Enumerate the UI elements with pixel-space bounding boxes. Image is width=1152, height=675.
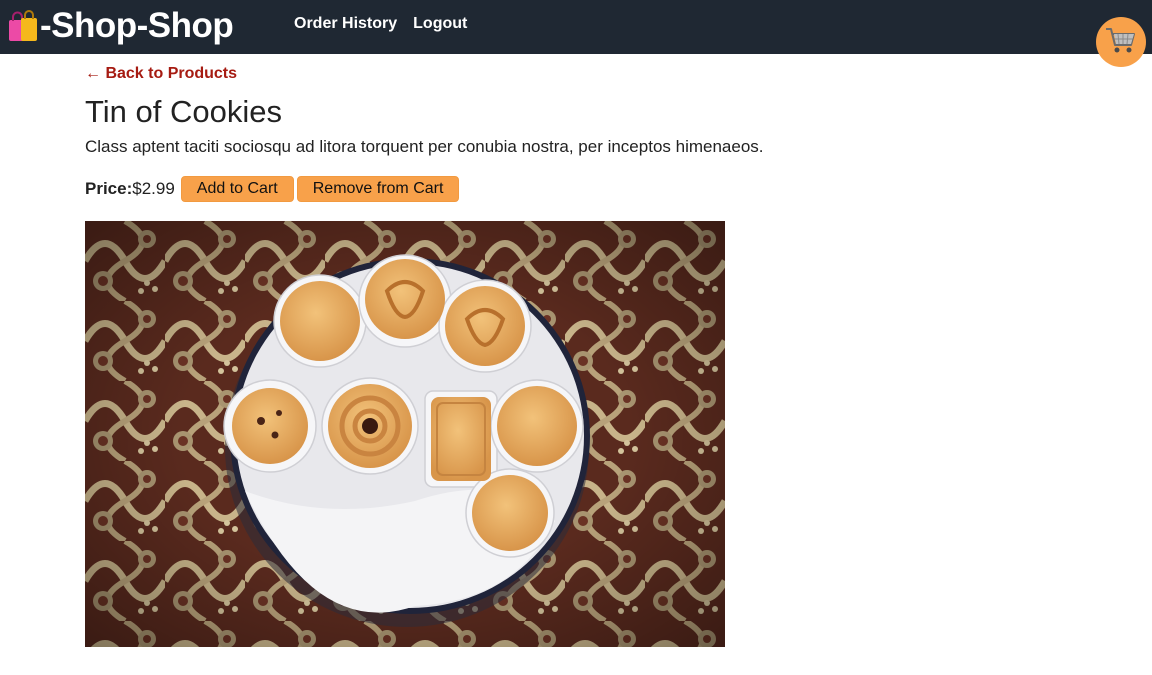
product-image bbox=[85, 221, 725, 647]
order-history-link[interactable]: Order History bbox=[294, 15, 397, 33]
product-detail: ← Back to Products Tin of Cookies Class … bbox=[85, 64, 1085, 647]
price-row: Price: $2.99 Add to Cart Remove from Car… bbox=[85, 176, 1085, 202]
add-to-cart-button[interactable]: Add to Cart bbox=[180, 176, 294, 202]
brand-link[interactable]: -Shop-Shop bbox=[6, 4, 234, 48]
price-label: Price: bbox=[85, 179, 133, 198]
nav-links: Order History Logout bbox=[294, 15, 467, 33]
product-description: Class aptent taciti sociosqu ad litora t… bbox=[85, 137, 764, 156]
navbar: -Shop-Shop Order History Logout bbox=[0, 0, 1152, 54]
brand-name: -Shop-Shop bbox=[40, 6, 234, 45]
back-to-products-link[interactable]: ← Back to Products bbox=[85, 64, 237, 84]
remove-from-cart-button[interactable]: Remove from Cart bbox=[296, 176, 460, 202]
logout-link[interactable]: Logout bbox=[413, 15, 467, 33]
shopping-bags-icon bbox=[6, 9, 40, 43]
product-title: Tin of Cookies bbox=[85, 94, 282, 129]
cart-button[interactable] bbox=[1096, 17, 1146, 67]
price-value: $2.99 bbox=[132, 179, 175, 198]
shopping-cart-icon bbox=[1104, 25, 1138, 60]
